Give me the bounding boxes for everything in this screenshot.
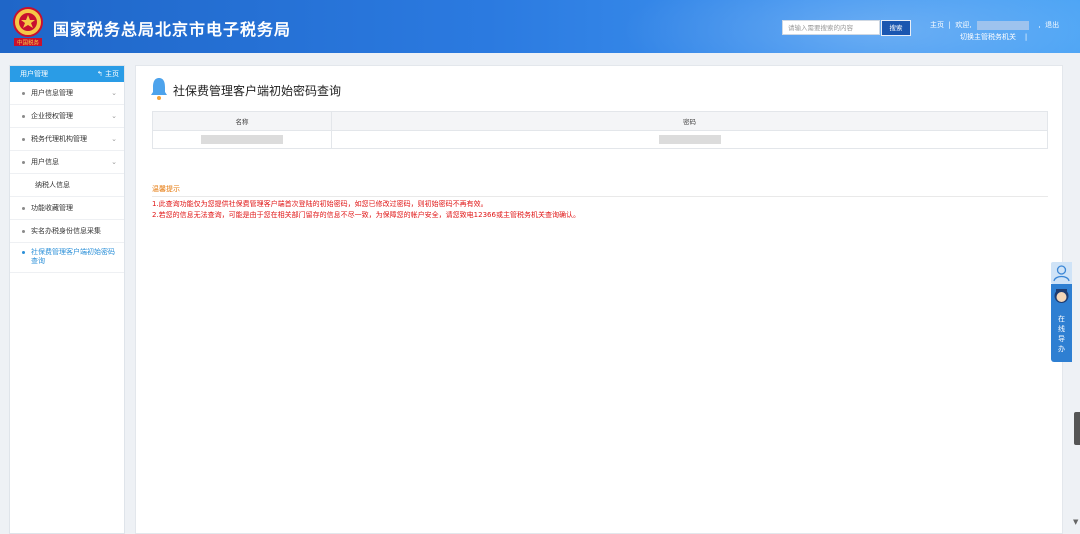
emblem-text: 中国税务 xyxy=(17,39,40,47)
sidebar-item-taxpayer-info[interactable]: 纳税人信息 xyxy=(10,174,124,197)
bullet-icon xyxy=(22,92,25,95)
column-header-name: 名称 xyxy=(152,111,332,131)
sidebar-header: 用户管理 ↰ 主页 xyxy=(10,66,124,82)
name-cell xyxy=(152,130,332,149)
logout-link[interactable]: 退出 xyxy=(1045,20,1059,30)
site-title: 国家税务总局北京市电子税务局 xyxy=(53,20,292,39)
bullet-icon xyxy=(22,230,25,233)
online-guide-button[interactable]: 在 线 导 办 xyxy=(1051,284,1072,362)
redacted-name xyxy=(201,135,283,144)
bullet-icon xyxy=(22,115,25,118)
bullet-icon xyxy=(22,138,25,141)
top-links: 主页 | 欢迎, , 退出 xyxy=(930,20,1060,30)
search-button[interactable]: 搜索 xyxy=(881,20,911,36)
tip-line-1: 1.此查询功能仅为您提供社保费管理客户端首次登陆的初始密码，如您已修改过密码，则… xyxy=(152,200,488,208)
password-cell xyxy=(331,130,1048,149)
main-content: 社保费管理客户端初始密码查询 名称 密码 温馨提示 1.此查询功能仅为您提供社保… xyxy=(135,65,1063,534)
redacted-password xyxy=(658,135,721,144)
username-redacted xyxy=(976,20,1029,30)
chevron-down-icon: ⌄ xyxy=(111,135,117,143)
chevron-down-icon: ⌄ xyxy=(111,158,117,166)
bullet-icon xyxy=(22,251,25,254)
bullet-icon xyxy=(22,207,25,210)
top-links-second: 切换主管税务机关 | xyxy=(960,33,1028,41)
sidebar-item-tax-agency[interactable]: 税务代理机构管理 ⌄ xyxy=(10,128,124,151)
back-arrow-icon: ↰ xyxy=(96,70,103,78)
scrollbar-thumb[interactable] xyxy=(1074,412,1080,445)
assistant-avatar-icon xyxy=(1054,289,1069,303)
search-input[interactable] xyxy=(782,20,880,35)
table-row xyxy=(152,130,1048,149)
chevron-down-icon: ⌄ xyxy=(111,112,117,120)
float-user-button[interactable] xyxy=(1051,262,1072,284)
top-header: 中国税务 国家税务总局北京市电子税务局 搜索 主页 | 欢迎, , 退出 切换主… xyxy=(0,0,1080,53)
tip-line-2: 2.若您的信息无法查询，可能是由于您在相关部门留存的信息不尽一致，为保障您的帐户… xyxy=(152,211,580,219)
tips-divider xyxy=(152,196,1048,197)
tips-title: 温馨提示 xyxy=(152,185,180,193)
scroll-down-arrow-icon[interactable]: ▼ xyxy=(1073,518,1078,526)
bullet-icon xyxy=(22,161,25,164)
sidebar-item-enterprise-authorization[interactable]: 企业授权管理 ⌄ xyxy=(10,105,124,128)
page-title: 社保费管理客户端初始密码查询 xyxy=(173,84,342,98)
welcome-text: 欢迎, xyxy=(955,21,972,29)
column-header-password: 密码 xyxy=(331,111,1048,131)
tax-emblem-logo: 中国税务 xyxy=(13,7,43,47)
home-link[interactable]: 主页 xyxy=(930,20,944,30)
sidebar-item-user-info[interactable]: 用户信息 ⌄ xyxy=(10,151,124,174)
table-header-row: 名称 密码 xyxy=(152,111,1048,131)
switch-authority-link[interactable]: 切换主管税务机关 xyxy=(960,33,1016,41)
user-outline-icon xyxy=(1053,265,1070,282)
password-table: 名称 密码 xyxy=(152,111,1048,149)
sidebar-item-favorites[interactable]: 功能收藏管理 xyxy=(10,197,124,220)
bell-icon xyxy=(151,78,167,100)
sidebar: 用户管理 ↰ 主页 用户信息管理 ⌄ 企业授权管理 ⌄ 税务代理机构管理 ⌄ 用… xyxy=(9,65,125,534)
sidebar-item-social-security-password[interactable]: 社保费管理客户端初始密码查询 xyxy=(10,243,124,273)
chevron-down-icon: ⌄ xyxy=(111,89,117,97)
sidebar-item-realname-collection[interactable]: 实名办税身份信息采集 xyxy=(10,220,124,243)
sidebar-item-user-info-management[interactable]: 用户信息管理 ⌄ xyxy=(10,82,124,105)
sidebar-title: 用户管理 xyxy=(20,70,48,78)
sidebar-home-link[interactable]: ↰ 主页 xyxy=(97,66,119,82)
